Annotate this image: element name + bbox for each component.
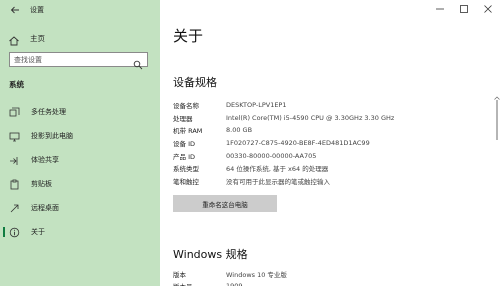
close-icon [484,5,492,13]
spec-key: 机带 RAM [173,127,203,136]
spec-key: 设备名称 [173,102,199,111]
page-title: 关于 [173,27,204,45]
multitask-icon [9,107,20,118]
remote-icon [9,203,20,214]
sidebar-item-label: 投影到此电脑 [31,132,73,140]
sidebar-title-bar: 设置 [0,0,160,20]
spec-key: 笔和触控 [173,177,199,186]
sidebar-item-label: 剪贴板 [31,180,52,188]
spec-value: 1F020727-C875-4920-BE8F-4ED481D1AC99 [226,139,370,148]
spec-value: DESKTOP-LPV1EP1 [226,101,287,110]
spec-key: 系统类型 [173,165,199,174]
spec-row: 设备 ID 1F020727-C875-4920-BE8F-4ED481D1AC… [173,137,394,150]
device-spec-heading: 设备规格 [173,76,217,89]
sidebar-item-home[interactable]: 主页 [0,30,160,46]
device-spec-table: 设备名称 DESKTOP-LPV1EP1 处理器 Intel(R) Core(T… [173,99,394,187]
spec-row: 笔和触控 没有可用于此显示器的笔或触控输入 [173,175,394,188]
rename-pc-button[interactable]: 重命名这台电脑 [173,195,277,212]
maximize-icon [460,5,468,13]
sidebar-item-remote-desktop[interactable]: 远程桌面 [0,199,160,217]
windows-spec-heading: Windows 规格 [173,248,248,261]
share-icon [9,155,20,166]
sidebar-item-label: 体验共享 [31,156,59,164]
sidebar-item-label: 远程桌面 [31,204,59,212]
spec-row: 版本号 1909 [173,280,287,286]
spec-row: 产品 ID 00330-80000-00000-AA705 [173,149,394,162]
active-indicator [3,227,5,237]
settings-sidebar: 设置 主页 查找设置 系统 多任务处理 投影到此电脑 体验共享 剪贴板 远程桌面… [0,0,160,286]
spec-value: 64 位操作系统, 基于 x64 的处理器 [226,165,329,174]
search-icon[interactable] [133,55,143,69]
app-title: 设置 [30,6,44,14]
clipboard-icon [9,179,20,190]
spec-key: 产品 ID [173,152,195,161]
spec-row: 系统类型 64 位操作系统, 基于 x64 的处理器 [173,162,394,175]
spec-value: 00330-80000-00000-AA705 [226,151,317,160]
spec-value: Windows 10 专业版 [226,271,287,279]
spec-value: 没有可用于此显示器的笔或触控输入 [226,177,330,186]
windows-spec-table: 版本 Windows 10 专业版 版本号 1909 [173,268,287,286]
sidebar-item-label: 多任务处理 [31,108,66,116]
spec-key: 版本号 [173,281,226,286]
spec-row: 处理器 Intel(R) Core(TM) i5-4590 CPU @ 3.30… [173,112,394,125]
sidebar-item-project[interactable]: 投影到此电脑 [0,127,160,145]
window-controls [428,0,500,18]
sidebar-item-share[interactable]: 体验共享 [0,151,160,169]
spec-key: 版本 [173,271,186,279]
home-label: 主页 [30,33,45,43]
sidebar-item-clipboard[interactable]: 剪贴板 [0,175,160,193]
sidebar-item-label: 关于 [31,228,45,236]
maximize-button[interactable] [452,0,476,18]
spec-key: 设备 ID [173,140,195,149]
spec-key: 处理器 [173,114,193,123]
sidebar-item-multitasking[interactable]: 多任务处理 [0,103,160,121]
spec-row: 设备名称 DESKTOP-LPV1EP1 [173,99,394,112]
spec-value: 8.00 GB [226,126,253,135]
sidebar-item-about[interactable]: 关于 [0,223,160,241]
home-icon [8,32,20,46]
main-content: 关于 设备规格 设备名称 DESKTOP-LPV1EP1 处理器 Intel(R… [160,0,500,286]
close-button[interactable] [476,0,500,18]
back-arrow-icon[interactable] [8,3,22,17]
spec-row: 机带 RAM 8.00 GB [173,124,394,137]
info-icon [9,227,20,238]
spec-row: 版本 Windows 10 专业版 [173,268,287,280]
project-icon [9,131,20,142]
section-title-system: 系统 [9,80,24,89]
minimize-button[interactable] [428,0,452,18]
scrollbar-thumb[interactable] [496,100,498,140]
minimize-icon [436,8,444,10]
search-input[interactable]: 查找设置 [9,52,148,69]
spec-value: Intel(R) Core(TM) i5-4590 CPU @ 3.30GHz … [226,113,395,122]
spec-value: 1909 [226,282,243,286]
search-placeholder: 查找设置 [14,55,42,64]
